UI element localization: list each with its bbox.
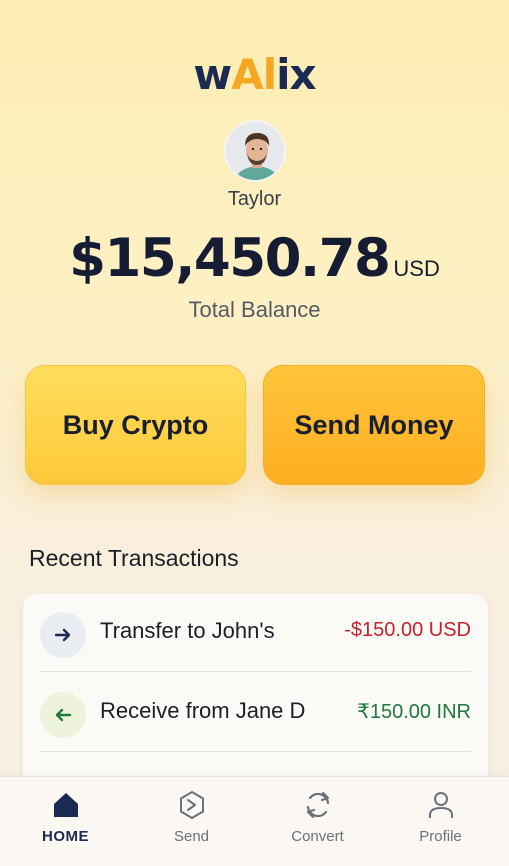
balance-currency: USD [393,256,440,281]
transaction-row[interactable]: Transfer to John's -$150.00 USD [40,594,471,672]
send-icon [180,790,204,820]
nav-label-profile: Profile [419,828,462,845]
logo-text-prefix: w [193,50,232,99]
arrow-right-icon [40,612,86,658]
transactions-list: Transfer to John's -$150.00 USD Receive … [23,594,488,794]
send-money-button[interactable]: Send Money [263,365,485,485]
balance-caption: Total Balance [188,297,321,322]
avatar[interactable] [224,120,286,182]
arrow-left-icon [40,692,86,738]
nav-item-profile[interactable]: Profile [377,777,504,866]
nav-label-home: HOME [42,828,89,845]
logo-text-accent: Al [231,50,277,99]
home-icon [54,793,78,817]
transaction-amount: -$150.00 USD [344,619,471,641]
profile-icon [429,792,453,818]
balance-display: $15,450.78 USD [0,228,509,289]
nav-label-convert: Convert [291,828,344,845]
balance-amount: $15,450.78 [69,228,391,289]
convert-icon [306,791,330,819]
user-name: Taylor [227,188,282,210]
nav-label-send: Send [173,828,210,845]
nav-item-convert[interactable]: Convert [254,777,381,866]
bottom-nav: HOME Send Convert Profile [0,776,509,866]
buy-crypto-label: Buy Crypto [62,409,209,440]
nav-item-send[interactable]: Send [128,777,255,866]
logo-text-suffix: ix [276,50,316,99]
transaction-amount: ₹150.00 INR [357,701,471,723]
transaction-row[interactable]: Receive from Jane D ₹150.00 INR [40,674,471,752]
user-portrait-icon [226,122,284,180]
app-logo: wAlix [0,50,509,99]
nav-item-home[interactable]: HOME [2,777,129,866]
recent-transactions-title: Recent Transactions [29,545,239,571]
send-money-label: Send Money [294,409,454,440]
transaction-label: Transfer to John's [100,618,275,643]
buy-crypto-button[interactable]: Buy Crypto [25,365,246,485]
transaction-label: Receive from Jane D [100,698,306,723]
